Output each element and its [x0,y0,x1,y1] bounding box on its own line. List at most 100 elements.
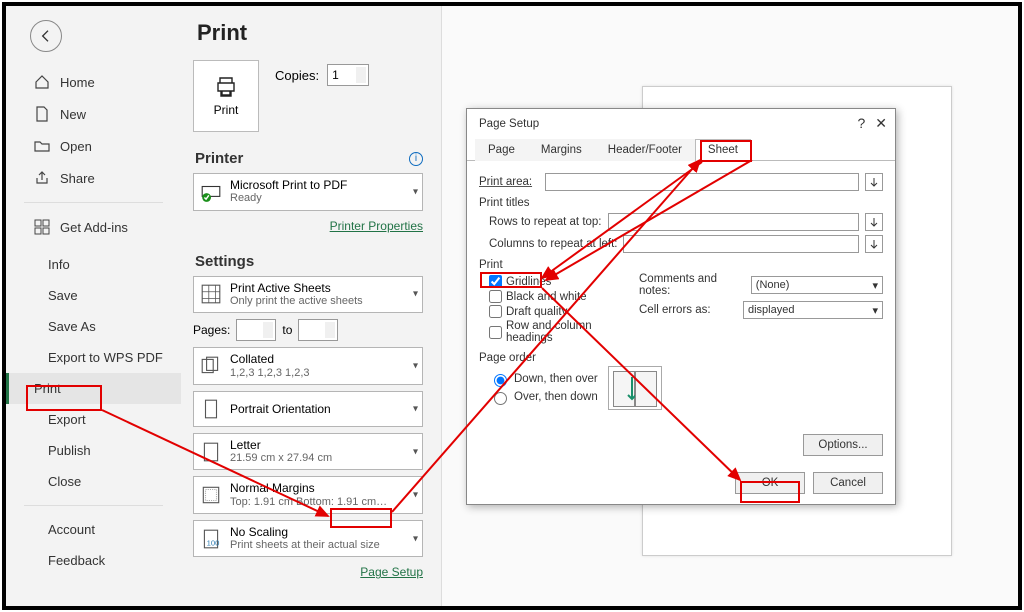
dialog-tabs: Page Margins Header/Footer Sheet [467,138,895,161]
tab-page[interactable]: Page [475,139,528,161]
copies-spinner[interactable]: 1 [327,64,369,86]
print-area-input[interactable] [545,173,859,191]
paper-combo[interactable]: Letter 21.59 cm x 27.94 cm ▾ [193,433,423,471]
collapse-icon [869,217,879,227]
print-panel: Print Print Copies: 1 Printer i Microsof… [181,6,441,606]
gridlines-checkbox[interactable] [489,275,502,288]
dialog-title: Page Setup [479,118,539,130]
settings-heading: Settings [195,253,254,270]
cancel-button[interactable]: Cancel [813,472,883,494]
collate-combo[interactable]: Collated 1,2,3 1,2,3 1,2,3 ▾ [193,347,423,385]
pages-to-spinner[interactable] [298,319,338,341]
page-title: Print [197,20,423,46]
sidebar-item-exportwps[interactable]: Export to WPS PDF [6,342,181,373]
chevron-down-icon: ▾ [872,304,878,317]
orientation-combo[interactable]: Portrait Orientation ▾ [193,391,423,427]
printer-heading: Printer [195,150,243,167]
errors-select[interactable]: displayed▾ [743,301,883,319]
backstage-sidebar: Home New Open Share Get Add-ins Info Sav… [6,6,181,606]
rows-input[interactable] [608,213,859,231]
scaling-icon: 100 [200,528,222,550]
collapse-icon [869,239,879,249]
sidebar-label: Home [60,75,95,90]
print-what-combo[interactable]: Print Active Sheets Only print the activ… [193,276,423,314]
page-setup-dialog: Page Setup ? ✕ Page Margins Header/Foote… [466,108,896,505]
new-icon [34,106,50,122]
chevron-down-icon: ▾ [413,403,418,414]
draft-checkbox[interactable] [489,305,502,318]
sidebar-item-close[interactable]: Close [6,466,181,497]
printer-properties-link[interactable]: Printer Properties [330,219,423,233]
collate-icon [200,355,222,377]
chevron-down-icon: ▾ [413,533,418,544]
arrow-left-icon [38,28,54,44]
sidebar-item-export[interactable]: Export [6,404,181,435]
sidebar-item-print[interactable]: Print [6,373,181,404]
sidebar-item-account[interactable]: Account [6,514,181,545]
sidebar-item-open[interactable]: Open [6,130,181,162]
down-over-radio[interactable] [494,374,507,387]
print-button[interactable]: Print [193,60,259,132]
back-button[interactable] [30,20,62,52]
print-area-picker[interactable] [865,173,883,191]
sidebar-item-share[interactable]: Share [6,162,181,194]
chevron-down-icon: ▾ [413,360,418,371]
sheets-icon [200,283,222,305]
bw-checkbox[interactable] [489,290,502,303]
sidebar-item-saveas[interactable]: Save As [6,311,181,342]
paper-icon [200,441,222,463]
options-button[interactable]: Options... [803,434,883,456]
printer-combo[interactable]: Microsoft Print to PDF Ready ▾ [193,173,423,211]
cols-input[interactable] [623,235,859,253]
sidebar-item-addins[interactable]: Get Add-ins [6,211,181,243]
comments-label: Comments and notes: [639,273,745,297]
sidebar-item-new[interactable]: New [6,98,181,130]
chevron-down-icon: ▾ [872,279,878,292]
page-setup-link[interactable]: Page Setup [360,565,423,579]
sidebar-item-save[interactable]: Save [6,280,181,311]
addins-icon [34,219,50,235]
pages-label: Pages: [193,323,230,337]
sidebar-item-home[interactable]: Home [6,66,181,98]
tab-sheet[interactable]: Sheet [695,139,751,161]
pageorder-label: Page order [479,352,883,364]
comments-select[interactable]: (None)▾ [751,276,883,294]
tab-headerfooter[interactable]: Header/Footer [595,139,695,161]
collapse-icon [869,177,879,187]
share-icon [34,170,50,186]
info-icon[interactable]: i [409,152,423,166]
svg-text:100: 100 [207,538,220,547]
copies-label: Copies: [275,68,319,83]
sidebar-label: Share [60,171,95,186]
sidebar-item-publish[interactable]: Publish [6,435,181,466]
print-group-label: Print [479,259,883,271]
over-down-radio[interactable] [494,392,507,405]
sidebar-item-info[interactable]: Info [6,249,181,280]
close-button[interactable]: ✕ [875,115,887,132]
print-titles-label: Print titles [479,197,883,209]
scaling-combo[interactable]: 100 No Scaling Print sheets at their act… [193,520,423,558]
cols-picker[interactable] [865,235,883,253]
printer-ready-icon [200,181,222,203]
rows-picker[interactable] [865,213,883,231]
tab-margins[interactable]: Margins [528,139,595,161]
sidebar-label: Open [60,139,92,154]
rows-label: Rows to repeat at top: [489,216,602,228]
help-button[interactable]: ? [857,115,865,132]
chevron-down-icon: ▾ [413,186,418,197]
chevron-down-icon: ▾ [413,289,418,300]
printer-icon [214,75,238,99]
sidebar-item-feedback[interactable]: Feedback [6,545,181,576]
page-order-preview [608,366,662,410]
sidebar-label: New [60,107,86,122]
pages-from-spinner[interactable] [236,319,276,341]
margins-combo[interactable]: Normal Margins Top: 1.91 cm Bottom: 1.91… [193,476,423,514]
print-area-label: Print area: [479,176,539,188]
errors-label: Cell errors as: [639,304,737,316]
ok-button[interactable]: OK [735,472,805,494]
sidebar-label: Get Add-ins [60,220,128,235]
rowcol-checkbox[interactable] [489,326,502,339]
open-icon [34,138,50,154]
home-icon [34,74,50,90]
chevron-down-icon: ▾ [413,490,418,501]
